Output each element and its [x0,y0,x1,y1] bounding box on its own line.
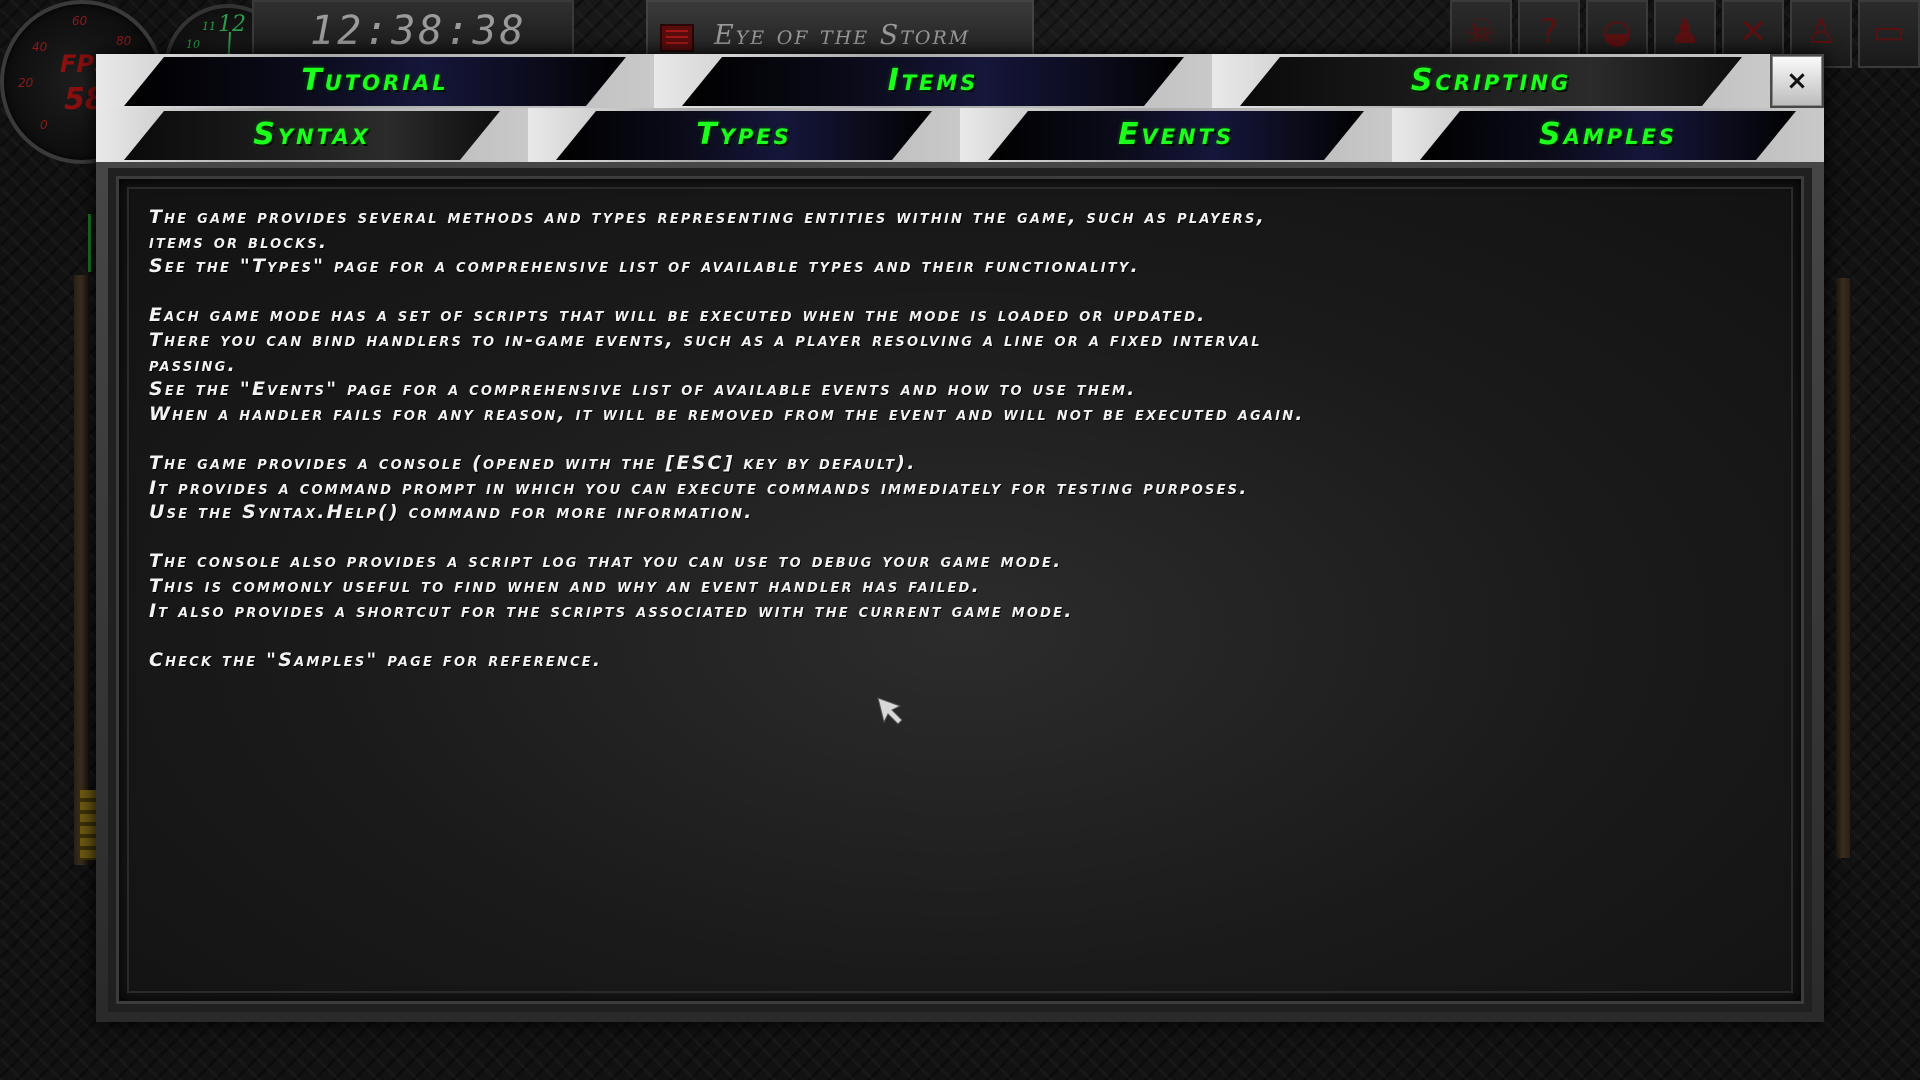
gauge-tick: 40 [32,40,48,54]
monitor-icon[interactable]: ▭ [1858,0,1920,68]
help-dialog: Tutorial Items Scripting × Syntax Types … [96,54,1824,1022]
paragraph: Each game mode has a set of scripts that… [149,303,1789,426]
tab-scripting-label: Scripting [1410,63,1572,98]
text-line: Use the Syntax.Help() command for more i… [149,501,754,524]
right-rail [1836,278,1850,858]
text-line: Check the "Samples" page for reference. [149,648,603,671]
paragraph: Check the "Samples" page for reference. [149,648,1789,673]
left-rail [74,275,88,865]
text-line: The game provides several methods and ty… [149,206,1266,228]
tab-items[interactable]: Items [654,54,1212,108]
paragraph: The console also provides a script log t… [149,549,1789,623]
top-tab-bar: Tutorial Items Scripting × [96,54,1824,108]
tab-scripting[interactable]: Scripting [1212,54,1770,108]
gauge-tick: 20 [18,76,34,90]
text-line: See the "Types" page for a comprehensive… [149,255,1140,278]
text-line: Each game mode has a set of scripts that… [149,304,1207,327]
tab-events-label: Events [1117,117,1235,152]
gauge-tick: 0 [40,118,48,132]
tab-events[interactable]: Events [960,108,1392,162]
text-line: When a handler fails for any reason, it … [149,402,1305,425]
tab-syntax[interactable]: Syntax [96,108,528,162]
game-clock: 12:38:38 [252,0,574,58]
tab-samples-label: Samples [1539,117,1677,152]
tab-items-label: Items [887,63,979,98]
text-line: See the "Events" page for a comprehensiv… [149,378,1137,401]
ammo-indicator [80,790,96,860]
help-text: The game provides several methods and ty… [149,205,1789,697]
text-line: The console also provides a script log t… [149,550,1063,573]
text-line: The game provides a console (opened with… [149,451,917,474]
server-title-bar[interactable]: Eye of the Storm [646,0,1034,60]
tab-types-label: Types [696,117,792,152]
tab-syntax-label: Syntax [253,117,371,152]
text-line: It also provides a shortcut for the scri… [149,599,1074,622]
paragraph: The game provides several methods and ty… [149,205,1789,279]
help-content-panel[interactable]: The game provides several methods and ty… [116,176,1804,1004]
paragraph: The game provides a console (opened with… [149,451,1789,525]
text-line: It provides a command prompt in which yo… [149,476,1249,499]
text-line: passing. [149,353,237,376]
text-line: items or blocks. [149,230,329,253]
tab-samples[interactable]: Samples [1392,108,1824,162]
menu-icon[interactable] [660,24,694,52]
tab-tutorial[interactable]: Tutorial [96,54,654,108]
close-button[interactable]: × [1772,56,1822,106]
server-title: Eye of the Storm [714,20,971,51]
text-line: There you can bind handlers to in-game e… [149,328,1262,351]
text-line: This is commonly useful to find when and… [149,574,981,597]
sub-tab-bar: Syntax Types Events Samples [96,108,1824,162]
tab-tutorial-label: Tutorial [301,63,449,98]
tab-types[interactable]: Types [528,108,960,162]
gauge-tick: 60 [72,14,88,28]
gauge-tick: 80 [116,34,132,48]
mouse-cursor-icon [877,697,903,725]
